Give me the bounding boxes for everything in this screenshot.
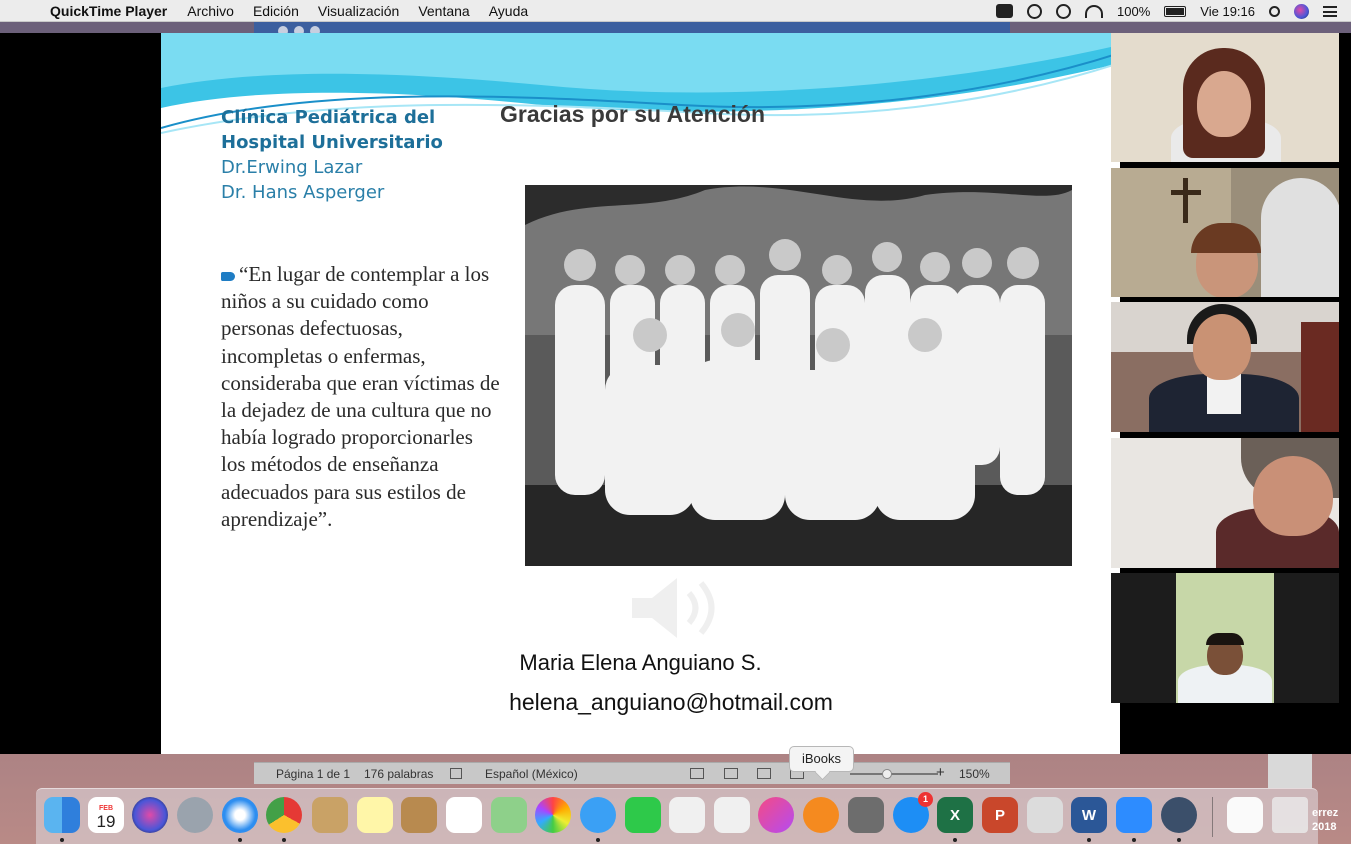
siri-app-icon[interactable] bbox=[132, 797, 168, 833]
siri-icon[interactable] bbox=[1294, 3, 1309, 19]
menu-app-name[interactable]: QuickTime Player bbox=[50, 3, 167, 19]
heading-line-1: Clínica Pediátrica del bbox=[221, 107, 436, 128]
wifi-icon[interactable] bbox=[1085, 4, 1104, 18]
status-page-count[interactable]: Página 1 de 1 bbox=[276, 767, 350, 781]
menu-ayuda[interactable]: Ayuda bbox=[489, 3, 528, 19]
chrome-icon[interactable] bbox=[266, 797, 302, 833]
presentation-slide: Clínica Pediátrica del Hospital Universi… bbox=[161, 33, 1120, 754]
menu-ventana[interactable]: Ventana bbox=[418, 3, 469, 19]
zoom-app-icon[interactable] bbox=[1116, 797, 1152, 833]
status-zoom[interactable]: 150% bbox=[959, 767, 990, 781]
participant-tile-5[interactable] bbox=[1111, 573, 1339, 703]
docx-file-icon[interactable] bbox=[1227, 797, 1263, 833]
launchpad-icon[interactable] bbox=[177, 797, 213, 833]
desktop-file-label-line-1: errez bbox=[1312, 807, 1339, 819]
desktop-file-label: errez 2018 bbox=[1312, 806, 1338, 834]
heading-line-3: Dr.Erwing Lazar bbox=[221, 157, 363, 178]
menu-bar-status-area: 100% Vie 19:16 bbox=[996, 0, 1351, 22]
trash-icon[interactable] bbox=[1272, 797, 1308, 833]
participant-tile-2[interactable] bbox=[1111, 168, 1339, 297]
menu-clock[interactable]: Vie 19:16 bbox=[1200, 4, 1255, 19]
word-icon[interactable]: W bbox=[1071, 797, 1107, 833]
battery-percentage[interactable]: 100% bbox=[1117, 4, 1150, 19]
music-icon[interactable] bbox=[758, 797, 794, 833]
word-status-bar: Página 1 de 1 176 palabras Español (Méxi… bbox=[254, 762, 1010, 784]
messages-icon[interactable] bbox=[580, 797, 616, 833]
dock: FEB 19 1 X P W bbox=[36, 788, 1318, 844]
participant-tile-4[interactable] bbox=[1111, 438, 1339, 568]
zoom-status-icon[interactable] bbox=[996, 4, 1014, 18]
spotlight-search-icon[interactable] bbox=[1269, 5, 1280, 17]
calendar-day: 19 bbox=[96, 812, 116, 831]
slide-email: helena_anguiano@hotmail.com bbox=[509, 689, 833, 715]
status-word-count[interactable]: 176 palabras bbox=[364, 767, 433, 781]
facetime-icon[interactable] bbox=[625, 797, 661, 833]
keynote-icon[interactable] bbox=[1027, 797, 1063, 833]
notes-icon[interactable] bbox=[357, 797, 393, 833]
menu-visualizacion[interactable]: Visualización bbox=[318, 3, 399, 19]
calendar-icon[interactable]: FEB 19 bbox=[88, 797, 124, 833]
slide-title: Gracias por su Atención bbox=[500, 101, 765, 127]
photos-icon[interactable] bbox=[535, 797, 571, 833]
contacts-icon[interactable] bbox=[401, 797, 437, 833]
web-layout-icon[interactable] bbox=[724, 768, 738, 779]
group-photo-illustration bbox=[525, 185, 1072, 566]
heading-line-4: Dr. Hans Asperger bbox=[221, 182, 385, 203]
slide-heading: Clínica Pediátrica del Hospital Universi… bbox=[221, 105, 443, 205]
maps-icon[interactable] bbox=[491, 797, 527, 833]
proofing-icon[interactable] bbox=[450, 768, 462, 779]
quote-text: “En lugar de contemplar a los niños a su… bbox=[221, 262, 500, 531]
zoom-in-icon[interactable]: + bbox=[936, 764, 945, 781]
pages-icon[interactable] bbox=[669, 797, 705, 833]
dock-tooltip: iBooks bbox=[789, 746, 854, 772]
background-window-edge bbox=[1268, 754, 1312, 788]
finder-icon[interactable] bbox=[44, 797, 80, 833]
zoom-slider-track[interactable] bbox=[850, 773, 938, 775]
slide-author: Maria Elena Anguiano S. bbox=[519, 650, 762, 675]
status-language[interactable]: Español (México) bbox=[485, 767, 578, 781]
powerpoint-icon[interactable]: P bbox=[982, 797, 1018, 833]
numbers-icon[interactable] bbox=[714, 797, 750, 833]
system-preferences-icon[interactable] bbox=[848, 797, 884, 833]
outline-view-icon[interactable] bbox=[757, 768, 771, 779]
menu-edicion[interactable]: Edición bbox=[253, 3, 299, 19]
quicktime-icon[interactable] bbox=[1161, 797, 1197, 833]
slide-quote: “En lugar de contemplar a los niños a su… bbox=[221, 261, 501, 533]
participant-tile-1[interactable] bbox=[1111, 33, 1339, 162]
participant-tile-3[interactable] bbox=[1111, 302, 1339, 432]
ibooks-icon[interactable] bbox=[803, 797, 839, 833]
excel-icon[interactable]: X bbox=[937, 797, 973, 833]
heading-line-2: Hospital Universitario bbox=[221, 132, 443, 153]
desktop-file-label-line-2: 2018 bbox=[1312, 821, 1337, 833]
menu-archivo[interactable]: Archivo bbox=[187, 3, 234, 19]
reminders-icon[interactable] bbox=[446, 797, 482, 833]
zoom-slider-knob[interactable] bbox=[882, 769, 892, 779]
group-photo bbox=[525, 185, 1072, 566]
menu-bar: QuickTime Player Archivo Edición Visuali… bbox=[0, 0, 1351, 22]
speaker-watermark-icon bbox=[632, 578, 715, 638]
battery-icon[interactable] bbox=[1164, 5, 1187, 17]
user-status-icon[interactable] bbox=[1027, 3, 1043, 19]
bullet-icon bbox=[221, 271, 235, 281]
print-layout-icon[interactable] bbox=[690, 768, 704, 779]
app-store-icon[interactable]: 1 bbox=[893, 792, 933, 833]
dock-separator bbox=[1212, 797, 1213, 837]
time-machine-icon[interactable] bbox=[1056, 3, 1072, 19]
mail-icon[interactable] bbox=[312, 797, 348, 833]
safari-icon[interactable] bbox=[222, 797, 258, 833]
app-store-badge: 1 bbox=[918, 792, 933, 807]
notification-center-icon[interactable] bbox=[1323, 5, 1337, 17]
